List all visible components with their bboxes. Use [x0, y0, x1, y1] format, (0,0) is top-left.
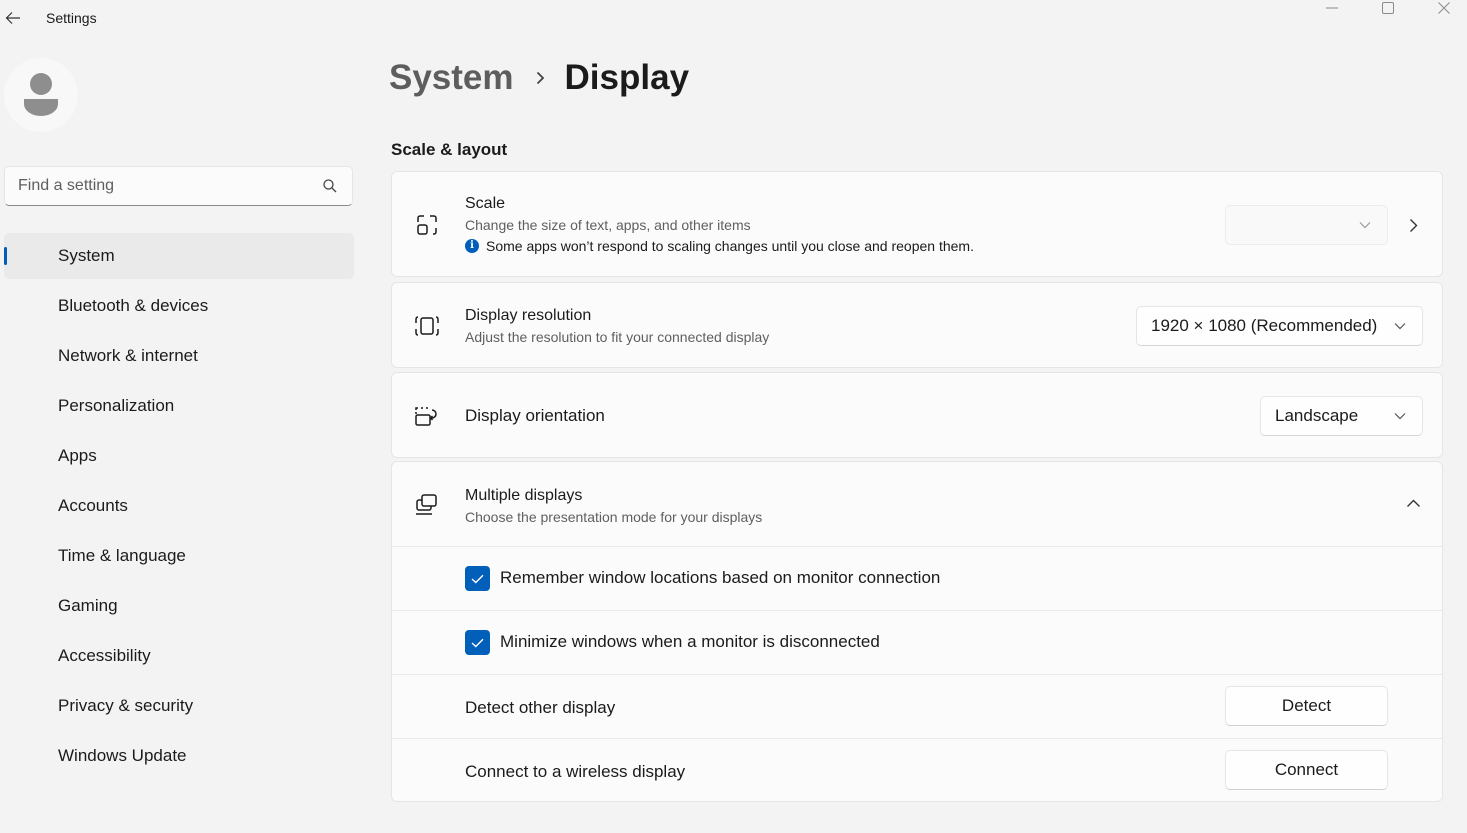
sidebar-item-network-internet[interactable]: Network & internet [4, 333, 354, 379]
minimize-button[interactable] [1309, 0, 1355, 16]
sidebar-item-label: Accounts [58, 496, 128, 515]
wireless-display-label: Connect to a wireless display [465, 762, 686, 781]
chevron-right-icon [536, 71, 544, 85]
checkmark-icon [471, 638, 484, 647]
sidebar-item-label: Accessibility [58, 646, 151, 665]
sidebar-item-label: Privacy & security [58, 696, 194, 715]
search-box[interactable] [4, 166, 353, 206]
scale-dropdown[interactable] [1225, 205, 1388, 245]
sidebar-item-label: Bluetooth & devices [58, 296, 209, 315]
scale-info: i Some apps won’t respond to scaling cha… [465, 235, 974, 257]
scale-open-button[interactable] [1401, 213, 1425, 237]
user-avatar[interactable] [4, 58, 78, 132]
section-title: Scale & layout [391, 140, 508, 159]
page-title: Display [564, 58, 690, 97]
multiple-displays-title: Multiple displays [465, 487, 583, 504]
close-button[interactable] [1421, 0, 1467, 16]
title-bar: Settings [0, 0, 1467, 38]
divider [392, 610, 1442, 611]
multiple-displays-header[interactable]: Multiple displays Choose the presentatio… [392, 462, 1442, 546]
breadcrumb: System Display [389, 58, 689, 98]
chevron-up-icon [1406, 499, 1420, 507]
maximize-button[interactable] [1365, 0, 1411, 16]
resolution-dropdown[interactable]: 1920 × 1080 (Recommended) [1136, 306, 1423, 346]
chevron-down-icon [1394, 322, 1406, 330]
scale-subtitle: Change the size of text, apps, and other… [465, 217, 751, 233]
sidebar-item-personalization[interactable]: Personalization [4, 383, 354, 429]
detect-display-label: Detect other display [465, 698, 616, 717]
resolution-dropdown-value: 1920 × 1080 (Recommended) [1151, 316, 1378, 335]
search-input[interactable] [5, 177, 305, 195]
sidebar-item-time-language[interactable]: Time & language [4, 533, 354, 579]
info-icon: i [465, 239, 479, 253]
collapse-button[interactable] [1401, 491, 1425, 515]
back-button[interactable] [2, 6, 24, 30]
sidebar-item-apps[interactable]: Apps [4, 433, 354, 479]
sidebar-item-label: Personalization [58, 396, 175, 415]
sidebar-item-privacy-security[interactable]: Privacy & security [4, 683, 354, 729]
orientation-icon [414, 403, 440, 429]
breadcrumb-parent[interactable]: System [389, 58, 514, 98]
app-title: Settings [46, 10, 97, 26]
resolution-icon [414, 313, 440, 339]
connect-button[interactable]: Connect [1225, 750, 1388, 790]
resolution-card: Display resolution Adjust the resolution… [391, 282, 1443, 368]
minimize-windows-label: Minimize windows when a monitor is disco… [500, 632, 880, 651]
sidebar-item-gaming[interactable]: Gaming [4, 583, 354, 629]
sidebar-item-label: Time & language [58, 546, 186, 565]
divider [392, 738, 1442, 739]
scale-icon [414, 212, 440, 238]
sidebar-item-accessibility[interactable]: Accessibility [4, 633, 354, 679]
orientation-title: Display orientation [465, 406, 605, 425]
sidebar-item-label: System [58, 246, 115, 265]
orientation-dropdown-value: Landscape [1275, 406, 1359, 425]
multiple-displays-card: Multiple displays Choose the presentatio… [391, 461, 1443, 802]
scale-info-text: Some apps won’t respond to scaling chang… [486, 238, 974, 254]
sidebar-item-label: Windows Update [58, 746, 187, 765]
sidebar-item-system[interactable]: System [4, 233, 354, 279]
checkmark-icon [471, 574, 484, 583]
multiple-displays-icon [414, 492, 440, 518]
detect-button[interactable]: Detect [1225, 686, 1388, 726]
sidebar-item-accounts[interactable]: Accounts [4, 483, 354, 529]
chevron-down-icon [1394, 412, 1406, 420]
search-icon[interactable] [322, 178, 338, 194]
sidebar-item-label: Gaming [58, 596, 118, 615]
sidebar-item-bluetooth-devices[interactable]: Bluetooth & devices [4, 283, 354, 329]
close-icon [1438, 2, 1450, 14]
sidebar-item-label: Apps [58, 446, 97, 465]
resolution-title: Display resolution [465, 307, 592, 324]
multiple-displays-subtitle: Choose the presentation mode for your di… [465, 509, 763, 525]
maximize-icon [1382, 2, 1394, 14]
breadcrumb-separator [536, 71, 545, 85]
remember-locations-checkbox[interactable] [465, 566, 490, 591]
minimize-icon [1326, 7, 1338, 9]
chevron-down-icon [1359, 221, 1371, 229]
orientation-card: Display orientation Landscape [391, 372, 1443, 458]
remember-locations-label: Remember window locations based on monit… [500, 568, 941, 587]
sidebar-nav: System Bluetooth & devices Network & int… [4, 233, 354, 783]
scale-card: Scale Change the size of text, apps, and… [391, 171, 1443, 277]
orientation-dropdown[interactable]: Landscape [1260, 396, 1423, 436]
sidebar-item-windows-update[interactable]: Windows Update [4, 733, 354, 779]
scale-title: Scale [465, 195, 506, 212]
divider [392, 546, 1442, 547]
chevron-right-icon [1409, 218, 1417, 232]
resolution-subtitle: Adjust the resolution to fit your connec… [465, 329, 770, 345]
person-icon [24, 73, 58, 116]
sidebar-item-label: Network & internet [58, 346, 198, 365]
divider [392, 674, 1442, 675]
arrow-left-icon [5, 12, 20, 24]
minimize-windows-checkbox[interactable] [465, 630, 490, 655]
